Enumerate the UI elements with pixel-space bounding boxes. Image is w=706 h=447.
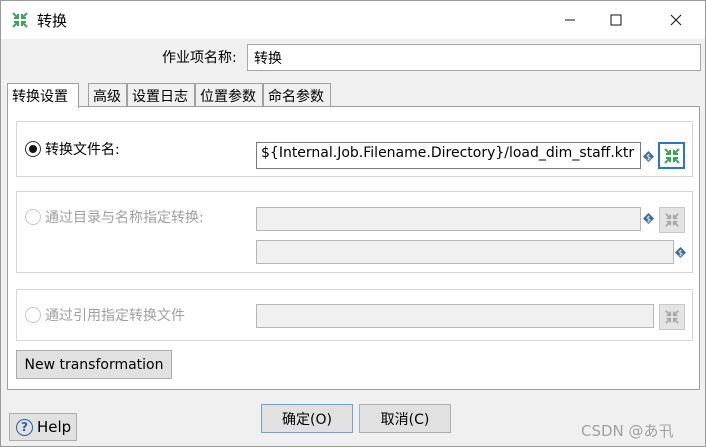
variable-icon: $ bbox=[643, 151, 654, 162]
filename-radio[interactable] bbox=[25, 141, 41, 157]
directory-label: 通过目录与名称指定转换: bbox=[45, 210, 204, 226]
help-label: Help bbox=[37, 418, 72, 436]
svg-text:$: $ bbox=[646, 215, 651, 224]
ok-button[interactable]: 确定(O) bbox=[261, 404, 353, 433]
transformation-icon bbox=[665, 310, 679, 324]
variable-icon: $ bbox=[675, 247, 686, 258]
tab-positional-parameters[interactable]: 位置参数 bbox=[195, 83, 263, 107]
directory-group: 通过目录与名称指定转换: $ $ bbox=[16, 191, 693, 273]
transformation-name-input[interactable] bbox=[256, 240, 674, 264]
close-button[interactable] bbox=[653, 1, 699, 39]
tab-transformation-settings[interactable]: 转换设置 bbox=[7, 83, 79, 108]
directory-radio[interactable] bbox=[25, 209, 41, 225]
close-icon bbox=[670, 14, 682, 26]
watermark: CSDN @あ卂 bbox=[581, 422, 674, 440]
help-button[interactable]: ? Help bbox=[9, 413, 77, 441]
job-entry-name-input[interactable]: 转换 bbox=[247, 44, 701, 71]
dialog-window: 转换 作业项名称: 转换 转换设置 高级 设置日志 位置参数 命名参数 转换文件… bbox=[0, 0, 706, 447]
maximize-icon bbox=[610, 14, 622, 26]
filename-input[interactable]: ${Internal.Job.Filename.Directory}/load_… bbox=[256, 142, 641, 169]
minimize-button[interactable] bbox=[547, 1, 593, 39]
reference-label: 通过引用指定转换文件 bbox=[45, 308, 185, 324]
tab-named-parameters[interactable]: 命名参数 bbox=[263, 83, 331, 107]
reference-group: 通过引用指定转换文件 bbox=[16, 289, 693, 341]
reference-input[interactable] bbox=[256, 304, 654, 328]
new-transformation-button[interactable]: New transformation bbox=[16, 350, 172, 379]
directory-input[interactable] bbox=[256, 207, 641, 231]
filename-label: 转换文件名: bbox=[45, 142, 120, 158]
maximize-button[interactable] bbox=[593, 1, 639, 39]
transformation-icon bbox=[12, 12, 28, 28]
title-bar: 转换 bbox=[1, 1, 705, 39]
tab-logging[interactable]: 设置日志 bbox=[127, 83, 195, 107]
tab-panel: 转换文件名: ${Internal.Job.Filename.Directory… bbox=[7, 106, 700, 390]
reference-radio[interactable] bbox=[25, 307, 41, 323]
tab-advanced[interactable]: 高级 bbox=[88, 83, 127, 107]
browse-reference-button[interactable] bbox=[659, 304, 685, 330]
minimize-icon bbox=[565, 19, 575, 21]
svg-text:$: $ bbox=[646, 153, 651, 162]
svg-text:$: $ bbox=[678, 249, 683, 258]
transformation-icon bbox=[663, 147, 680, 164]
transformation-icon bbox=[665, 213, 679, 227]
job-entry-name-label: 作业项名称: bbox=[162, 50, 237, 66]
window-title: 转换 bbox=[37, 12, 68, 30]
help-icon: ? bbox=[16, 418, 33, 436]
browse-directory-button[interactable] bbox=[659, 207, 685, 233]
filename-group: 转换文件名: ${Internal.Job.Filename.Directory… bbox=[16, 121, 693, 177]
browse-filename-button[interactable] bbox=[658, 142, 685, 169]
variable-icon: $ bbox=[643, 213, 654, 224]
cancel-button[interactable]: 取消(C) bbox=[359, 404, 451, 433]
